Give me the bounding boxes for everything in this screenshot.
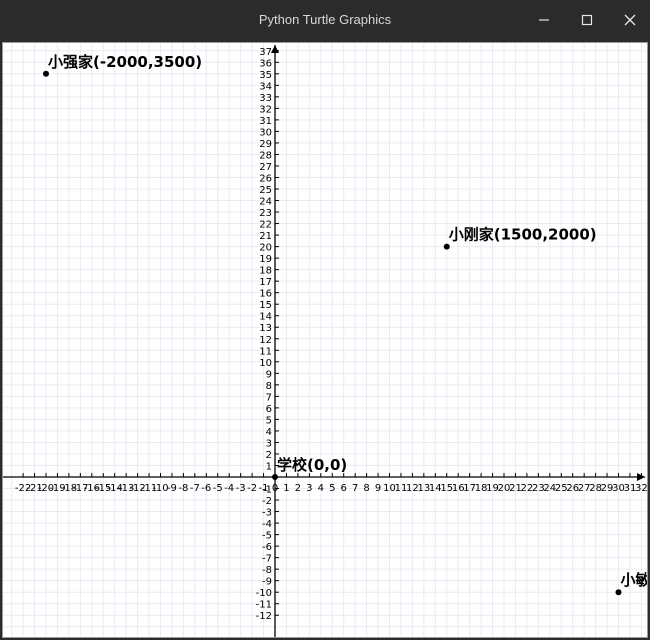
close-icon [624, 14, 636, 26]
point-marker [272, 474, 278, 480]
y-tick-label: -4 [262, 519, 272, 530]
x-tick-label: 2 [295, 483, 301, 494]
point-marker [43, 70, 49, 77]
point-label: 学校(0,0) [277, 456, 347, 474]
x-tick-label: -2 [247, 483, 257, 494]
y-axis-arrow [271, 45, 279, 53]
y-tick-label: 22 [259, 220, 272, 231]
y-tick-label: 8 [266, 381, 272, 392]
x-tick-label: -9 [167, 483, 177, 494]
x-tick-label: 6 [341, 483, 347, 494]
y-tick-label: 29 [259, 139, 272, 150]
minimize-button[interactable] [522, 0, 566, 40]
y-tick-label: 37 [259, 47, 272, 58]
x-tick-label: 8 [363, 483, 369, 494]
y-tick-label: -5 [262, 531, 272, 542]
coordinate-plot: -22-21-20-19-18-17-16-15-14-13-12-11-10-… [3, 43, 647, 637]
y-tick-label: 30 [259, 127, 272, 138]
y-tick-label: 17 [259, 277, 272, 288]
y-tick-label: 12 [259, 335, 272, 346]
y-tick-label: -1 [262, 485, 272, 496]
y-tick-label: 7 [266, 392, 272, 403]
y-tick-label: 3 [266, 438, 272, 449]
x-tick-label: 7 [352, 483, 358, 494]
y-tick-label: 15 [259, 300, 272, 311]
y-tick-label: 36 [259, 58, 272, 69]
x-tick-label: -8 [178, 483, 188, 494]
x-tick-label: 5 [329, 483, 335, 494]
minimize-icon [539, 19, 549, 21]
y-tick-label: -11 [256, 600, 272, 611]
y-tick-label: 5 [266, 415, 272, 426]
point-marker [615, 589, 622, 596]
point-label: 小敏家(3000,-1000) [621, 571, 648, 589]
point-label: 小刚家(1500,2000) [449, 226, 597, 244]
x-tick-label: -4 [224, 483, 234, 494]
y-tick-label: -7 [262, 554, 272, 565]
y-tick-label: 13 [259, 323, 272, 334]
y-tick-label: -3 [262, 508, 272, 519]
y-tick-label: 1 [266, 461, 272, 472]
y-tick-label: 4 [266, 427, 272, 438]
x-tick-label: 4 [318, 483, 324, 494]
y-tick-label: 19 [259, 254, 272, 265]
maximize-icon [581, 14, 593, 26]
y-tick-label: 21 [259, 231, 272, 242]
x-tick-label: 1 [283, 483, 289, 494]
x-tick-label: -5 [213, 483, 223, 494]
x-tick-label: -7 [190, 483, 200, 494]
y-tick-label: 33 [259, 93, 272, 104]
point-marker [443, 243, 450, 250]
maximize-button[interactable] [565, 0, 609, 40]
y-tick-label: 6 [266, 404, 272, 415]
y-tick-label: 31 [259, 116, 272, 127]
y-tick-label: 34 [259, 81, 272, 92]
y-tick-label: 23 [259, 208, 272, 219]
y-tick-label: -6 [262, 542, 272, 553]
y-tick-label: 28 [259, 150, 272, 161]
y-tick-label: 27 [259, 162, 272, 173]
y-tick-label: 2 [266, 450, 272, 461]
x-tick-label: 3 [306, 483, 312, 494]
turtle-canvas[interactable]: -22 -21 -20 -19 -18 -17 -16 -15 -14 -13 -12 -11 -10-… [2, 42, 648, 638]
y-tick-label: 26 [259, 173, 272, 184]
close-button[interactable] [608, 0, 650, 40]
point-label: 小强家(-2000,3500) [48, 53, 202, 71]
turtle-window: Python Turtle Graphics -22 -21 -20 -19 -18 -1… [0, 0, 650, 640]
y-tick-label: 32 [259, 104, 272, 115]
y-tick-label: -2 [262, 496, 272, 507]
y-tick-label: 24 [259, 197, 272, 208]
y-tick-label: 9 [266, 369, 272, 380]
x-tick-label: 9 [375, 483, 381, 494]
y-tick-label: 25 [259, 185, 272, 196]
y-tick-label: 14 [259, 312, 272, 323]
y-tick-label: 18 [259, 266, 272, 277]
y-tick-label: 11 [259, 346, 272, 357]
y-tick-label: 16 [259, 289, 272, 300]
title-bar[interactable]: Python Turtle Graphics [0, 0, 650, 40]
x-tick-label: -3 [236, 483, 246, 494]
x-tick-label: -6 [201, 483, 211, 494]
y-tick-label: 35 [259, 70, 272, 81]
y-tick-label: -8 [262, 565, 272, 576]
y-tick-label: -10 [256, 588, 272, 599]
x-tick-label: 32 [635, 483, 647, 494]
y-tick-label: -12 [256, 611, 272, 622]
y-tick-label: -9 [262, 577, 272, 588]
y-tick-label: 10 [259, 358, 272, 369]
y-tick-label: 20 [259, 243, 272, 254]
